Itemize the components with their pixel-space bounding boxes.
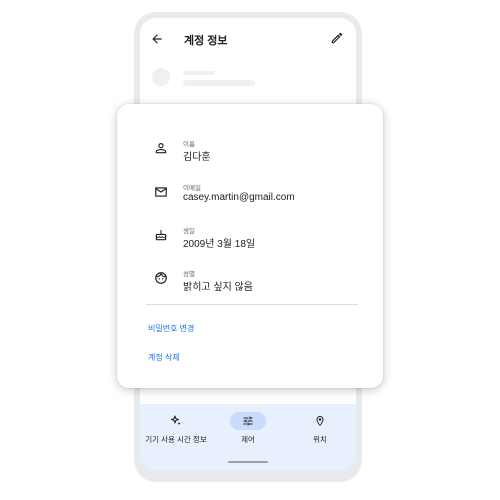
delete-account-link[interactable]: 계정 삭제 — [148, 352, 180, 363]
field-gender[interactable]: 성별 밝히고 싶지 않음 — [117, 268, 383, 308]
field-label: 이름 — [183, 141, 195, 148]
nav-label: 기기 사용 시간 정보 — [145, 435, 207, 444]
tune-icon — [243, 416, 253, 426]
person-icon — [155, 143, 167, 154]
field-birthday[interactable]: 생일 2009년 3월 18일 — [117, 225, 383, 265]
back-arrow-icon[interactable] — [150, 32, 164, 46]
mail-icon — [155, 187, 167, 197]
field-value: casey.martin@gmail.com — [183, 192, 295, 203]
field-label: 성별 — [183, 271, 195, 278]
field-value: 밝히고 싶지 않음 — [183, 282, 253, 293]
nav-label: 위치 — [313, 435, 327, 444]
sparkle-icon — [171, 415, 181, 425]
field-label: 이메일 — [183, 185, 201, 192]
field-name[interactable]: 이름 김다훈 — [117, 138, 383, 178]
cake-icon — [155, 229, 167, 241]
field-label: 생일 — [183, 228, 195, 235]
home-indicator — [228, 461, 268, 463]
skeleton-avatar — [152, 68, 170, 86]
nav-label: 제어 — [241, 435, 255, 444]
divider — [146, 304, 358, 305]
page-title: 계정 정보 — [184, 35, 228, 47]
nav-item-location[interactable]: 위치 — [284, 412, 356, 452]
skeleton-line — [183, 71, 215, 75]
location-pin-icon — [316, 416, 324, 426]
field-value: 김다훈 — [183, 152, 211, 163]
app-bar: 계정 정보 — [140, 18, 356, 62]
field-email[interactable]: 이메일 casey.martin@gmail.com — [117, 182, 383, 222]
skeleton-line — [183, 80, 255, 86]
field-value: 2009년 3월 18일 — [183, 239, 256, 250]
face-icon — [155, 272, 167, 284]
nav-item-controls[interactable]: 제어 — [212, 412, 284, 452]
account-info-card: 이름 김다훈 이메일 casey.martin@gmail.com 생일 200… — [117, 104, 383, 388]
edit-pencil-icon[interactable] — [330, 31, 344, 45]
nav-item-screen-time[interactable]: 기기 사용 시간 정보 — [140, 412, 212, 452]
change-password-link[interactable]: 비밀번호 변경 — [148, 323, 194, 334]
